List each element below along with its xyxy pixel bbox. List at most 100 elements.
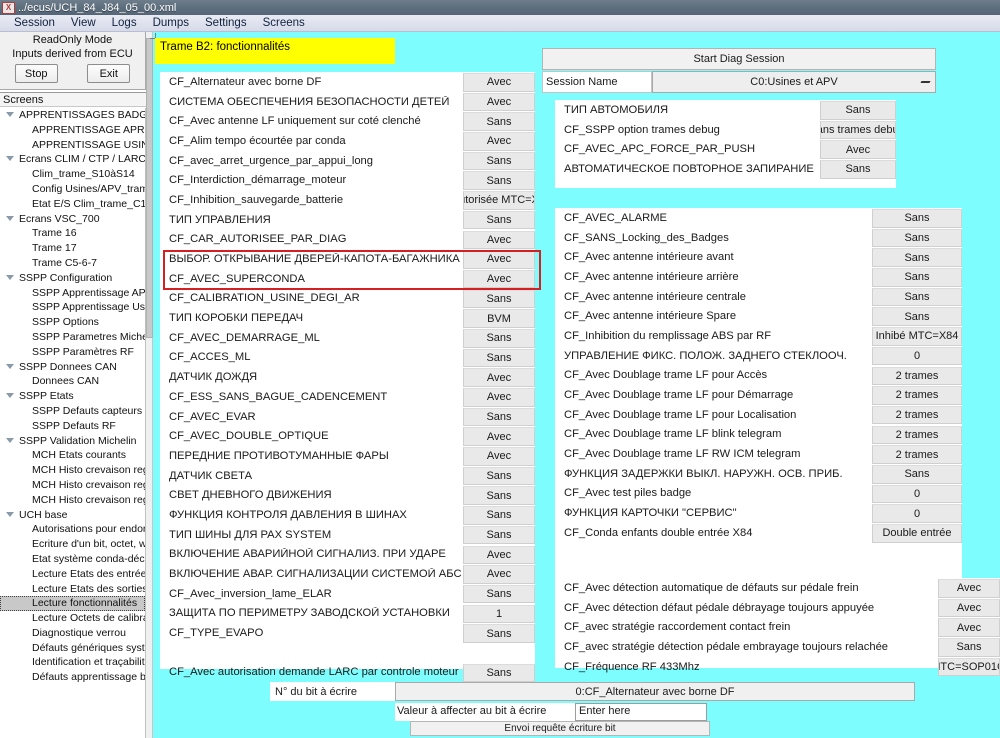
exit-button[interactable]: Exit xyxy=(87,64,131,83)
sidebar-item[interactable]: Lecture Etats des entrées xyxy=(0,567,145,582)
functionality-value[interactable]: Avec xyxy=(938,598,1000,618)
functionality-value[interactable]: Sans xyxy=(463,171,535,191)
menu-item-dumps[interactable]: Dumps xyxy=(145,16,197,31)
functionality-value[interactable]: Sans xyxy=(463,348,535,368)
functionality-value[interactable]: 0 xyxy=(872,504,962,523)
sidebar-item[interactable]: Autorisations pour endormisse xyxy=(0,522,145,537)
functionality-value[interactable]: Sans xyxy=(872,248,962,267)
sidebar-item[interactable]: Défauts apprentissage badges xyxy=(0,670,145,685)
stop-button[interactable]: Stop xyxy=(14,64,58,83)
functionality-value[interactable]: sans trames debug xyxy=(820,120,896,140)
functionality-value[interactable]: Double entrée xyxy=(872,524,962,543)
functionality-value[interactable]: BVM xyxy=(463,309,535,328)
sidebar-item[interactable]: Défauts génériques système U xyxy=(0,641,145,656)
chevron-down-icon[interactable] xyxy=(6,274,14,280)
sidebar-item[interactable]: Config Usines/APV_trame_C0 xyxy=(0,182,145,197)
menu-item-session[interactable]: Session xyxy=(6,16,63,31)
functionality-value[interactable]: Sans xyxy=(872,464,962,484)
functionality-value[interactable]: Sans xyxy=(463,112,535,131)
chevron-down-icon[interactable] xyxy=(6,156,14,162)
sidebar-item[interactable]: Lecture fonctionnalités xyxy=(0,596,145,612)
functionality-value[interactable]: Sans xyxy=(872,307,962,327)
bit-value-input[interactable]: Enter here xyxy=(575,703,707,721)
functionality-value[interactable]: Avec xyxy=(463,447,535,466)
sidebar-item[interactable]: SSPP Paramètres RF xyxy=(0,345,145,360)
screens-tree[interactable]: APPRENTISSAGES BADGES APPRENTISSAGE APRES… xyxy=(0,108,146,700)
sidebar-item[interactable]: MCH Etats courants xyxy=(0,448,145,463)
sidebar-item[interactable]: Lecture Octets de calibration xyxy=(0,611,145,626)
chevron-down-icon[interactable] xyxy=(6,437,14,443)
functionality-value[interactable]: Sans xyxy=(463,486,535,506)
chevron-down-icon[interactable] xyxy=(6,215,14,221)
send-write-request-button[interactable]: Envoi requête écriture bit xyxy=(410,721,710,736)
functionality-value[interactable]: Avec xyxy=(938,618,1000,637)
functionality-value[interactable]: Sans xyxy=(463,624,535,643)
functionality-value[interactable]: Avec xyxy=(938,579,1000,598)
functionality-value[interactable]: Avec xyxy=(463,388,535,407)
functionality-value[interactable]: Avec xyxy=(463,368,535,387)
functionality-value[interactable]: Avec xyxy=(463,545,535,565)
functionality-value[interactable]: 0 xyxy=(872,346,962,366)
chevron-down-icon[interactable] xyxy=(6,393,14,399)
functionality-value[interactable]: Sans xyxy=(463,663,535,683)
sidebar-item[interactable]: Donnees CAN xyxy=(0,374,145,389)
sidebar-item[interactable]: APPRENTISSAGES BADGES xyxy=(0,108,145,123)
chevron-down-icon[interactable] xyxy=(6,363,14,369)
sidebar-item[interactable]: Identification et traçabilité xyxy=(0,655,145,670)
sidebar-item[interactable]: Trame 16 xyxy=(0,226,145,241)
bit-number-select[interactable]: 0:CF_Alternateur avec borne DF xyxy=(395,682,915,701)
sidebar-item[interactable]: Lecture Etats des sorties xyxy=(0,582,145,597)
functionality-value[interactable]: Inhibé MTC=X84 xyxy=(872,327,962,346)
functionality-value[interactable]: Sans xyxy=(463,466,535,486)
sidebar-item[interactable]: Clim_trame_S10àS14 xyxy=(0,167,145,182)
sidebar-item[interactable]: Etat E/S Clim_trame_C1 xyxy=(0,197,145,212)
chevron-down-icon[interactable] xyxy=(6,511,14,517)
sidebar-item[interactable]: MCH Histo crevaison reg 2 xyxy=(0,478,145,493)
sidebar-item[interactable]: Trame C5-6-7 xyxy=(0,256,145,271)
sidebar-item[interactable]: SSPP Options xyxy=(0,315,145,330)
functionality-value[interactable]: Avec xyxy=(463,92,535,112)
functionality-value[interactable]: Sans xyxy=(463,525,535,545)
tree-scrollbar[interactable] xyxy=(146,32,153,738)
start-diag-session-button[interactable]: Start Diag Session xyxy=(542,48,936,70)
menu-item-view[interactable]: View xyxy=(63,16,104,31)
functionality-value[interactable]: Sans xyxy=(463,210,535,230)
sidebar-item[interactable]: SSPP Etats xyxy=(0,389,145,404)
sidebar-item[interactable]: SSPP Parametres Michelin xyxy=(0,330,145,345)
sidebar-item[interactable]: Ecrans VSC_700 xyxy=(0,212,145,227)
functionality-value[interactable]: Sans xyxy=(463,151,535,171)
sidebar-item[interactable]: UCH base xyxy=(0,508,145,523)
functionality-value[interactable]: Sans xyxy=(463,289,535,309)
functionality-value[interactable]: z MTC=SOP01C,S xyxy=(938,657,1000,677)
sidebar-item[interactable]: MCH Histo crevaison reg 3 xyxy=(0,493,145,508)
sidebar-item[interactable]: Trame 17 xyxy=(0,241,145,256)
sidebar-item[interactable]: SSPP Defauts RF xyxy=(0,419,145,434)
sidebar-item[interactable]: APPRENTISSAGE USINE 2.0 xyxy=(0,138,145,153)
sidebar-item[interactable]: MCH Histo crevaison reg 1 xyxy=(0,463,145,478)
functionality-value[interactable]: 1 xyxy=(463,604,535,624)
functionality-value[interactable]: Avec xyxy=(463,427,535,446)
sidebar-item[interactable]: SSPP Apprentissage APV/retou xyxy=(0,286,145,301)
functionality-value[interactable]: Avec xyxy=(463,132,535,151)
session-select[interactable]: C0:Usines et APV xyxy=(652,71,936,93)
functionality-value[interactable]: Sans xyxy=(820,160,896,179)
functionality-value[interactable]: Avec xyxy=(820,140,896,159)
functionality-value[interactable]: Sans xyxy=(872,268,962,287)
functionality-value[interactable]: Avec xyxy=(463,250,535,269)
functionality-value[interactable]: 0 xyxy=(872,484,962,504)
sidebar-item[interactable]: Ecriture d'un bit, octet, word xyxy=(0,537,145,552)
functionality-value[interactable]: Sans xyxy=(463,328,535,348)
sidebar-item[interactable]: Diagnostique verrou xyxy=(0,626,145,641)
sidebar-item[interactable]: Ecrans CLIM / CTP / LARC xyxy=(0,152,145,167)
sidebar-item[interactable]: SSPP Apprentissage Usine xyxy=(0,300,145,315)
functionality-value[interactable]: Avec xyxy=(463,269,535,289)
sidebar-item[interactable]: Etat système conda-déconda xyxy=(0,552,145,567)
chevron-down-icon[interactable] xyxy=(6,112,14,117)
menu-item-screens[interactable]: Screens xyxy=(255,16,313,31)
menu-item-settings[interactable]: Settings xyxy=(197,16,255,31)
functionality-value[interactable]: Sans xyxy=(872,228,962,248)
functionality-value[interactable]: Sans xyxy=(872,209,962,228)
sidebar-item[interactable]: APPRENTISSAGE APRES-VENT xyxy=(0,123,145,138)
sidebar-item[interactable]: SSPP Validation Michelin xyxy=(0,434,145,449)
functionality-value[interactable]: 2 trames xyxy=(872,366,962,386)
